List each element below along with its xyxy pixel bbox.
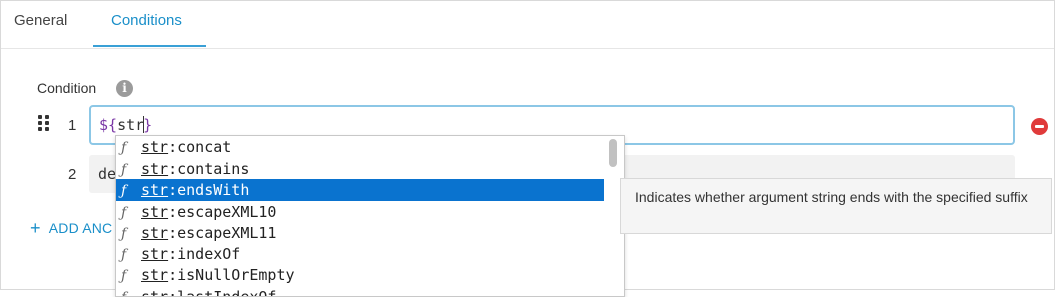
tab-general[interactable]: General — [14, 12, 67, 30]
autocomplete-option[interactable]: ƒ str:escapeXML11 — [116, 222, 604, 244]
dropdown-scrollbar[interactable] — [608, 136, 618, 172]
function-icon: ƒ — [121, 205, 127, 221]
active-tab-indicator — [93, 45, 206, 47]
tab-bar: General Conditions — [1, 1, 1054, 49]
window-frame: General Conditions Condition i 1 ${str} … — [0, 0, 1055, 297]
autocomplete-option[interactable]: ƒ str:indexOf — [116, 243, 604, 265]
function-icon: ƒ — [121, 226, 127, 242]
scrollbar-thumb[interactable] — [609, 139, 617, 167]
function-icon: ƒ — [121, 162, 127, 178]
add-condition-link[interactable]: + ADD ANC — [30, 217, 112, 238]
autocomplete-option-selected[interactable]: ƒ str:endsWith — [116, 179, 604, 201]
text-caret — [143, 116, 145, 133]
autocomplete-option[interactable]: ƒstr:lastIndexOf — [116, 286, 604, 296]
plus-icon: + — [30, 218, 41, 238]
add-condition-label: ADD ANC — [48, 220, 113, 236]
autocomplete-option[interactable]: ƒ str:escapeXML10 — [116, 201, 604, 223]
function-icon: ƒ — [121, 287, 141, 296]
autocomplete-dropdown[interactable]: ƒ str:concat ƒ str:contains ƒ str:endsWith … — [115, 135, 625, 297]
autocomplete-option[interactable]: ƒ str:isNullOrEmpty — [116, 264, 604, 286]
tab-conditions[interactable]: Conditions — [111, 12, 182, 30]
function-icon: ƒ — [121, 268, 127, 284]
expression-typed-text: str — [117, 116, 145, 134]
autocomplete-option[interactable]: ƒ str:contains — [116, 158, 604, 180]
expression-token-close: } — [143, 116, 153, 134]
drag-handle-icon[interactable] — [38, 115, 50, 131]
autocomplete-option[interactable]: ƒ str:concat — [116, 136, 604, 158]
info-icon[interactable]: i — [116, 80, 133, 97]
expression-token-open: ${ — [99, 116, 118, 134]
function-icon: ƒ — [121, 247, 127, 263]
function-icon: ƒ — [121, 140, 127, 156]
row-number-1: 1 — [68, 117, 77, 134]
row-number-2: 2 — [68, 166, 77, 183]
condition-label: Condition — [37, 80, 97, 96]
remove-condition-icon[interactable] — [1031, 118, 1048, 135]
function-icon: ƒ — [121, 183, 127, 199]
function-description-tooltip: Indicates whether argument string ends w… — [620, 178, 1052, 234]
